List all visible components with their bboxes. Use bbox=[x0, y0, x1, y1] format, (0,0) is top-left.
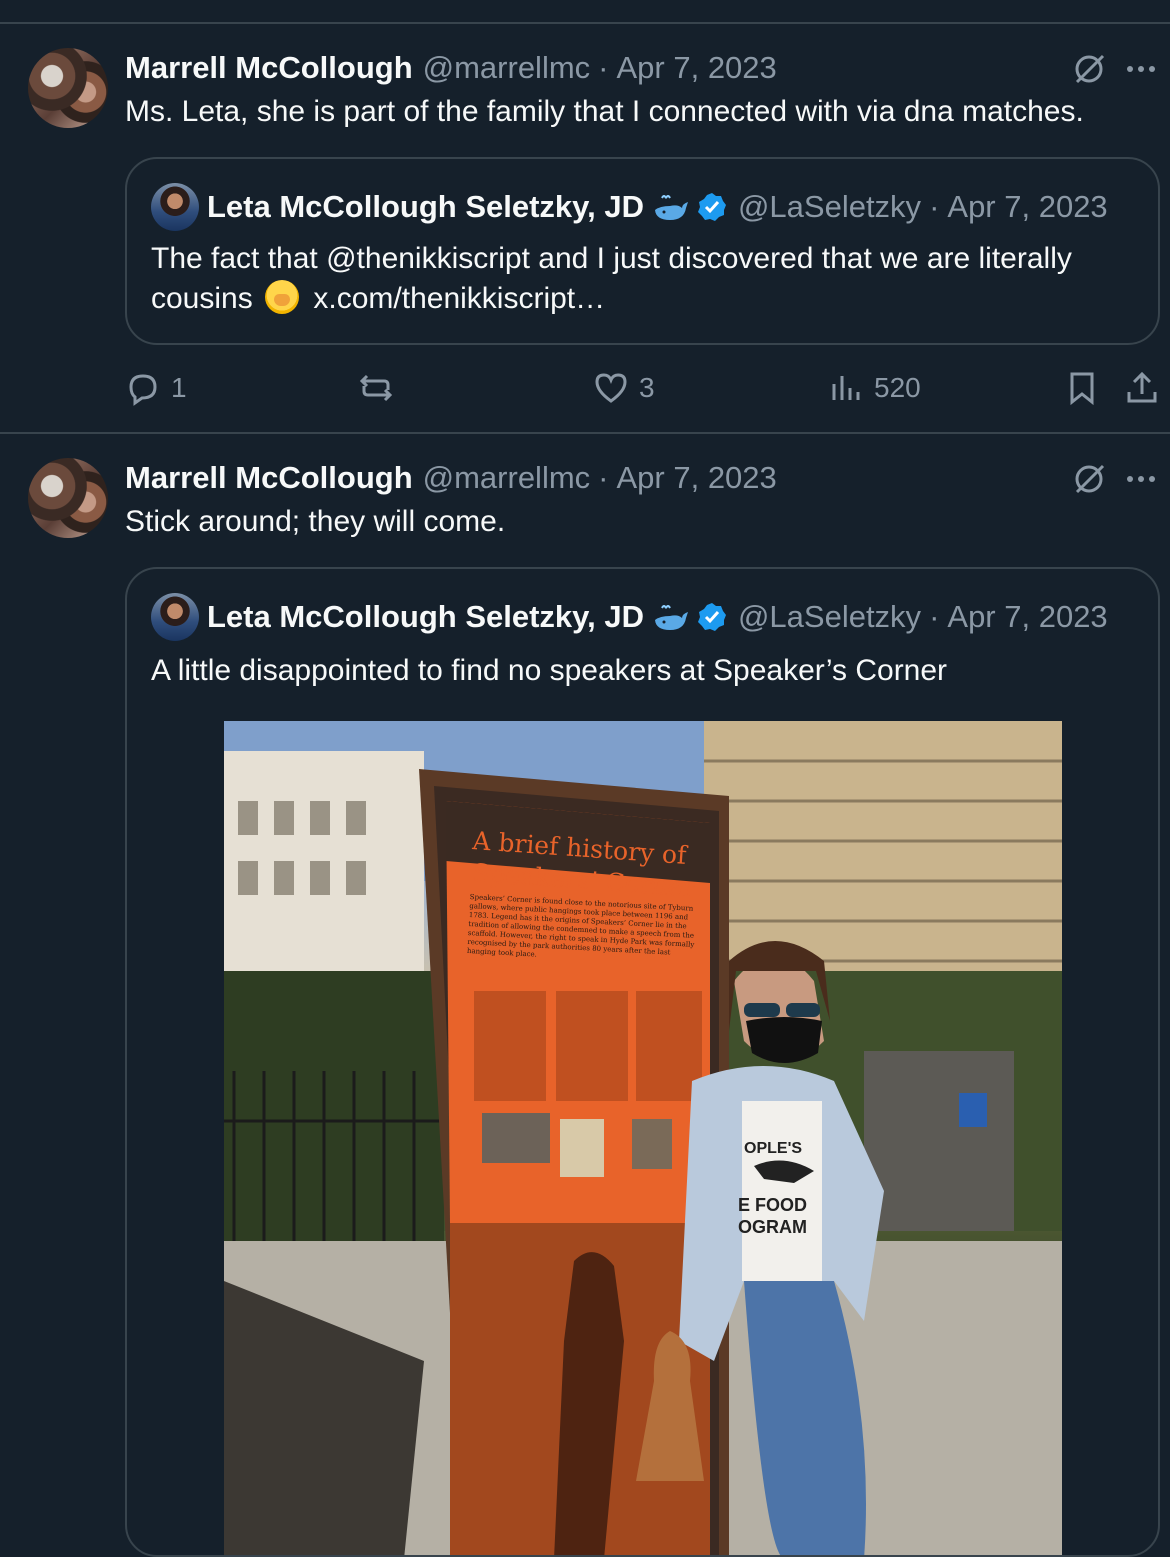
separator-dot: · bbox=[598, 50, 609, 85]
avatar[interactable] bbox=[28, 48, 108, 128]
reply-count: 1 bbox=[171, 372, 187, 403]
tweet-header: Marrell McCollough @marrellmc · Apr 7, 2… bbox=[125, 458, 777, 498]
quoted-avatar bbox=[151, 183, 199, 231]
repost-icon bbox=[359, 374, 393, 402]
whale-emoji-icon bbox=[654, 195, 688, 220]
author-handle[interactable]: @marrellmc bbox=[423, 50, 591, 86]
quoted-header: Leta McCollough Seletzky, JD @LaSeletzky… bbox=[207, 597, 1108, 637]
tweet[interactable]: Marrell McCollough @marrellmc · Apr 7, 2… bbox=[0, 24, 1170, 434]
quoted-author-handle: @LaSeletzky bbox=[737, 189, 922, 224]
tweet-actions: 1 3 520 bbox=[0, 364, 1170, 414]
views-button[interactable]: 520 bbox=[828, 370, 921, 406]
shirt-text-line2: E FOOD bbox=[738, 1195, 807, 1215]
verified-badge-icon bbox=[697, 193, 726, 221]
quoted-avatar bbox=[151, 593, 199, 641]
tweet-header: Marrell McCollough @marrellmc · Apr 7, 2… bbox=[125, 48, 777, 88]
face-with-hand-over-mouth-icon bbox=[265, 280, 300, 314]
view-count: 520 bbox=[874, 372, 921, 403]
shirt-text-line3: OGRAM bbox=[738, 1217, 807, 1237]
separator-dot: · bbox=[929, 599, 940, 634]
tweet-photo[interactable]: A brief history of Speakers’ Corner Spea… bbox=[224, 721, 1062, 1555]
quoted-author-handle: @LaSeletzky bbox=[737, 599, 922, 634]
quoted-date: Apr 7, 2023 bbox=[947, 189, 1108, 224]
quoted-text-line: A little disappointed to find no speaker… bbox=[151, 654, 948, 687]
bookmark-button[interactable] bbox=[1064, 370, 1100, 406]
reply-icon bbox=[129, 374, 157, 406]
heart-icon bbox=[595, 373, 627, 403]
tweet-text: Stick around; they will come. bbox=[125, 505, 506, 538]
quoted-author-name: Leta McCollough Seletzky, JD bbox=[207, 599, 644, 634]
quoted-header: Leta McCollough Seletzky, JD @LaSeletzky… bbox=[207, 187, 1108, 227]
grok-icon[interactable] bbox=[1072, 52, 1106, 86]
views-icon bbox=[832, 376, 860, 400]
more-icon[interactable] bbox=[1124, 462, 1158, 496]
author-name[interactable]: Marrell McCollough bbox=[125, 460, 413, 496]
quoted-text-word: cousins bbox=[151, 282, 253, 315]
tweet[interactable]: Marrell McCollough @marrellmc · Apr 7, 2… bbox=[0, 436, 1170, 1557]
repost-button[interactable] bbox=[358, 370, 394, 406]
separator-dot: · bbox=[929, 189, 940, 224]
more-icon[interactable] bbox=[1124, 52, 1158, 86]
shirt-text-line1: OPLE'S bbox=[744, 1140, 802, 1157]
tweet-date[interactable]: Apr 7, 2023 bbox=[617, 50, 777, 86]
quoted-author-name: Leta McCollough Seletzky, JD bbox=[207, 189, 644, 224]
quoted-link[interactable]: x.com/thenikkiscript… bbox=[313, 282, 605, 315]
avatar[interactable] bbox=[28, 458, 108, 538]
reply-button[interactable]: 1 bbox=[125, 370, 187, 406]
author-name[interactable]: Marrell McCollough bbox=[125, 50, 413, 86]
quoted-text-line: The fact that @thenikkiscript and I just… bbox=[151, 242, 1072, 275]
separator-dot: · bbox=[598, 460, 609, 495]
author-handle[interactable]: @marrellmc bbox=[423, 460, 591, 496]
verified-badge-icon bbox=[697, 603, 726, 631]
quoted-tweet[interactable]: Leta McCollough Seletzky, JD @LaSeletzky… bbox=[125, 157, 1160, 345]
quoted-tweet[interactable]: Leta McCollough Seletzky, JD @LaSeletzky… bbox=[125, 567, 1160, 1557]
bookmark-icon bbox=[1070, 372, 1094, 406]
tweet-text: Ms. Leta, she is part of the family that… bbox=[125, 95, 1084, 128]
quoted-text-line: cousins x.com/thenikkiscript… bbox=[151, 279, 605, 319]
grok-icon[interactable] bbox=[1072, 462, 1106, 496]
quoted-date: Apr 7, 2023 bbox=[947, 599, 1108, 634]
like-button[interactable]: 3 bbox=[593, 370, 655, 406]
tweet-date[interactable]: Apr 7, 2023 bbox=[617, 460, 777, 496]
like-count: 3 bbox=[639, 372, 655, 403]
photo-scene: A brief history of Speakers’ Corner Spea… bbox=[224, 721, 1062, 1555]
whale-emoji-icon bbox=[654, 605, 688, 630]
share-button[interactable] bbox=[1124, 370, 1160, 406]
share-icon bbox=[1127, 371, 1157, 403]
sign-intro: Speakers’ Corner is found close to the n… bbox=[466, 893, 695, 959]
